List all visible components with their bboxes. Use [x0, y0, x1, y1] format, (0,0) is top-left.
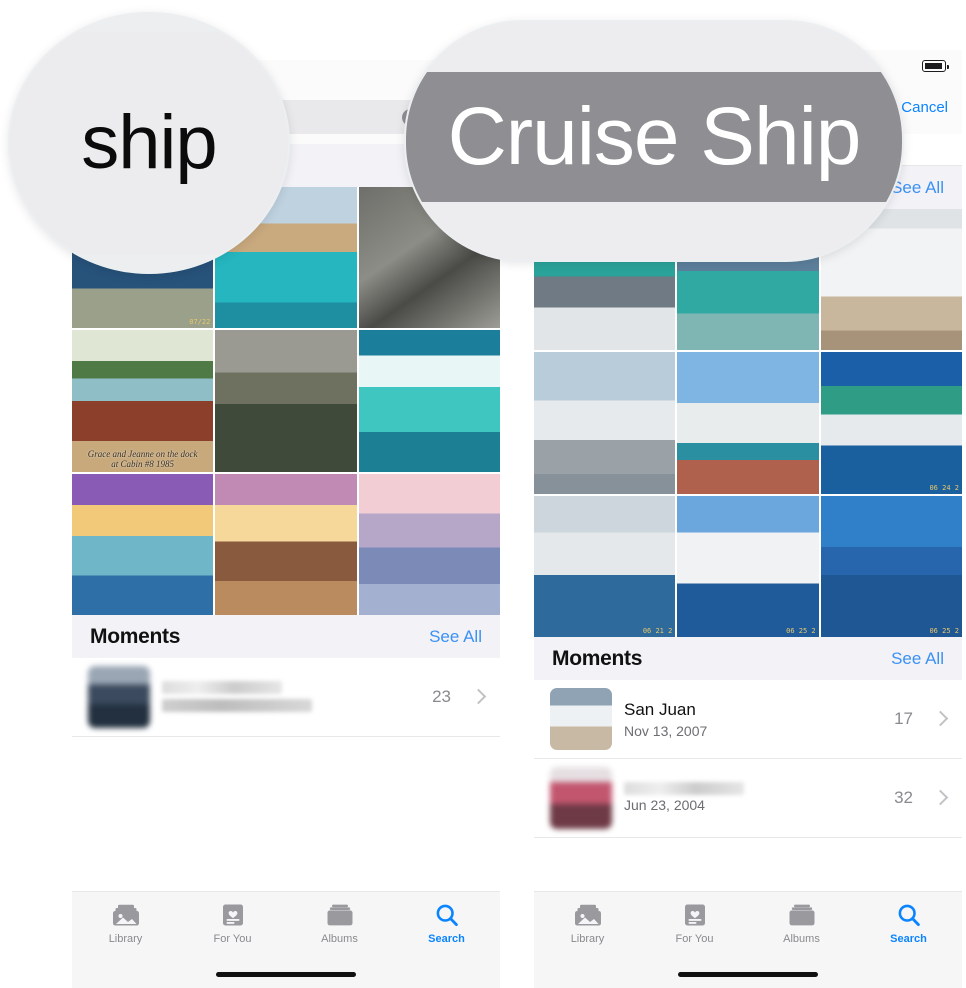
- home-indicator[interactable]: [678, 972, 818, 977]
- tab-bar: Library For You Albums Search: [72, 891, 500, 988]
- moment-meta: San Juan Nov 13, 2007: [624, 699, 882, 738]
- battery-icon: [922, 60, 949, 72]
- tab-label: Albums: [783, 933, 820, 945]
- photo-thumbnail: [215, 473, 357, 615]
- moments-section-title: Moments: [552, 646, 643, 670]
- moments-see-all-link[interactable]: See All: [891, 649, 944, 669]
- photo-thumbnail: [215, 330, 357, 472]
- photo-date-stamp: 07/22: [189, 318, 211, 327]
- moment-meta: Jun 23, 2004: [624, 782, 882, 813]
- photo-date-stamp: 06 25 2: [929, 626, 959, 635]
- photo-thumbnail: [358, 330, 500, 472]
- search-icon: [435, 902, 459, 928]
- moment-title: San Juan: [624, 700, 696, 720]
- photo-grid: 06 24 2 06 21 2 06 25 2 06 25 2: [534, 209, 962, 637]
- chevron-right-icon[interactable]: [932, 790, 949, 806]
- photo-grid-cell[interactable]: [72, 473, 214, 615]
- tab-for-you[interactable]: For You: [641, 902, 748, 945]
- tab-label: Albums: [321, 933, 358, 945]
- moments-see-all-link[interactable]: See All: [429, 627, 482, 647]
- photo-thumbnail: [820, 352, 962, 494]
- callout-search-term-text: ship: [81, 100, 217, 185]
- tab-label: Search: [890, 933, 927, 945]
- albums-icon: [789, 902, 815, 928]
- photo-grid-cell[interactable]: 06 21 2: [534, 495, 676, 637]
- moments-list: San Juan Nov 13, 2007 17 Jun 23, 2004 32: [534, 679, 962, 838]
- callout-inner: ship: [10, 32, 288, 254]
- tab-library[interactable]: Library: [72, 902, 179, 945]
- home-indicator[interactable]: [216, 972, 356, 977]
- moment-photo-count: 32: [894, 787, 913, 807]
- callout-highlight-band: Cruise Ship: [406, 72, 902, 202]
- photo-thumbnail: [534, 495, 676, 637]
- photo-date-stamp: 06 24 2: [929, 483, 959, 492]
- cancel-button[interactable]: Cancel: [901, 99, 948, 116]
- moments-section-header: Moments See All: [72, 614, 500, 658]
- moment-thumbnail: [88, 665, 150, 728]
- moments-list: 23: [72, 657, 500, 737]
- moment-date: [162, 699, 312, 713]
- moment-row[interactable]: Jun 23, 2004 32: [534, 758, 962, 838]
- photo-thumbnail: [677, 495, 819, 637]
- photo-grid-cell[interactable]: [215, 473, 357, 615]
- moment-thumbnail: [550, 687, 612, 750]
- callout-suggestion-text: Cruise Ship: [447, 91, 862, 182]
- moments-section-header: Moments See All: [534, 636, 962, 680]
- tab-label: For You: [675, 933, 714, 945]
- tab-label: Search: [428, 933, 465, 945]
- photo-grid-cell[interactable]: 06 25 2: [677, 495, 819, 637]
- for-you-icon: [683, 902, 707, 928]
- moment-photo-count: 17: [894, 708, 913, 728]
- photo-thumbnail: [820, 495, 962, 637]
- moment-title: [624, 782, 744, 796]
- tab-label: Library: [570, 933, 605, 945]
- moment-date: Jun 23, 2004: [624, 797, 705, 814]
- moment-date: Nov 13, 2007: [624, 722, 708, 739]
- tab-for-you[interactable]: For You: [179, 902, 286, 945]
- photo-date-stamp: 06 21 2: [642, 626, 673, 635]
- tab-label: Library: [108, 933, 143, 945]
- photo-caption: Grace and Jeanne on the dock at Cabin #8 …: [87, 448, 198, 470]
- photo-grid-cell[interactable]: [358, 473, 500, 615]
- photo-grid-cell[interactable]: 06 24 2: [820, 352, 962, 494]
- for-you-icon: [221, 902, 245, 928]
- moment-row[interactable]: 23: [72, 657, 500, 737]
- moment-row[interactable]: San Juan Nov 13, 2007 17: [534, 679, 962, 759]
- moment-photo-count: 23: [432, 686, 451, 706]
- photo-grid-cell[interactable]: Grace and Jeanne on the dock at Cabin #8 …: [72, 330, 214, 472]
- photo-date-stamp: 06 25 2: [786, 626, 816, 635]
- tab-albums[interactable]: Albums: [748, 902, 855, 945]
- photo-grid-cell[interactable]: [215, 330, 357, 472]
- moment-title: [162, 681, 282, 695]
- moment-thumbnail: [550, 766, 612, 829]
- screenshot-stage: ship ✕ Cancel 64 Photos See All 07/22Gra…: [0, 0, 966, 988]
- tab-search[interactable]: Search: [393, 902, 500, 945]
- photo-grid-cell[interactable]: [358, 330, 500, 472]
- photo-grid-cell[interactable]: [677, 352, 819, 494]
- search-icon: [897, 902, 921, 928]
- library-icon: [112, 902, 139, 928]
- photo-thumbnail: [677, 352, 819, 494]
- tab-search[interactable]: Search: [855, 902, 962, 945]
- photo-thumbnail: [534, 352, 676, 494]
- tab-label: For You: [213, 933, 252, 945]
- callout-suggestion: Cruise Ship: [404, 20, 904, 262]
- tab-library[interactable]: Library: [534, 902, 641, 945]
- photo-thumbnail: [72, 473, 214, 615]
- tab-bar: Library For You Albums Search: [534, 891, 962, 988]
- moments-section-title: Moments: [90, 624, 181, 648]
- tab-albums[interactable]: Albums: [286, 902, 393, 945]
- callout-search-term: ship: [8, 12, 290, 274]
- albums-icon: [327, 902, 353, 928]
- chevron-right-icon[interactable]: [470, 689, 487, 705]
- photo-thumbnail: [358, 473, 500, 615]
- photo-grid-cell[interactable]: 06 25 2: [820, 495, 962, 637]
- moment-meta: [162, 681, 420, 713]
- chevron-right-icon[interactable]: [932, 711, 949, 727]
- library-icon: [574, 902, 601, 928]
- photo-grid-cell[interactable]: [534, 352, 676, 494]
